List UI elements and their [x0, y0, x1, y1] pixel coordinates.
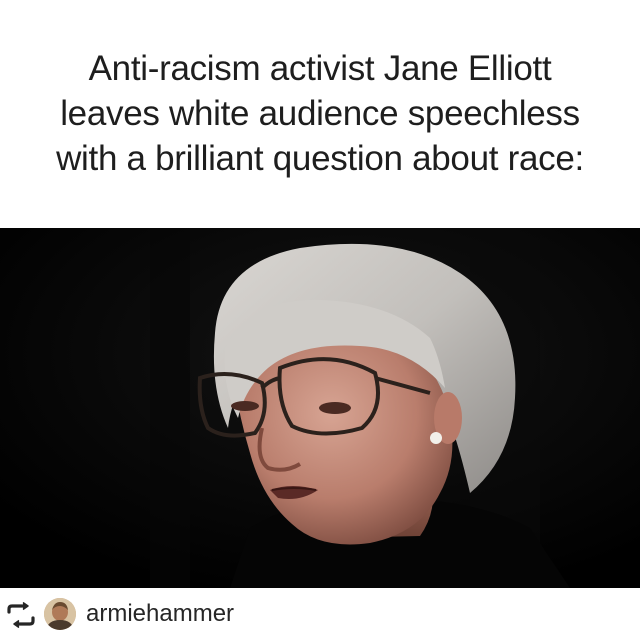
caption-line-1: Anti-racism activist Jane Elliott: [88, 49, 552, 88]
repost-icon: [7, 602, 35, 628]
repost-bar: armiehammer: [0, 588, 640, 640]
headline-caption: Anti-racism activist Jane Elliott leaves…: [0, 46, 640, 181]
instagram-post: Anti-racism activist Jane Elliott leaves…: [0, 0, 640, 640]
username-link[interactable]: armiehammer: [86, 599, 234, 629]
caption-line-2: leaves white audience speechless: [60, 94, 580, 133]
avatar-image: [44, 598, 76, 630]
caption-area: Anti-racism activist Jane Elliott leaves…: [0, 0, 640, 228]
video-still-image: [0, 228, 640, 588]
caption-line-3: with a brilliant question about race:: [56, 139, 584, 178]
video-frame[interactable]: [0, 228, 640, 588]
avatar[interactable]: [44, 598, 76, 630]
earring: [430, 432, 442, 444]
